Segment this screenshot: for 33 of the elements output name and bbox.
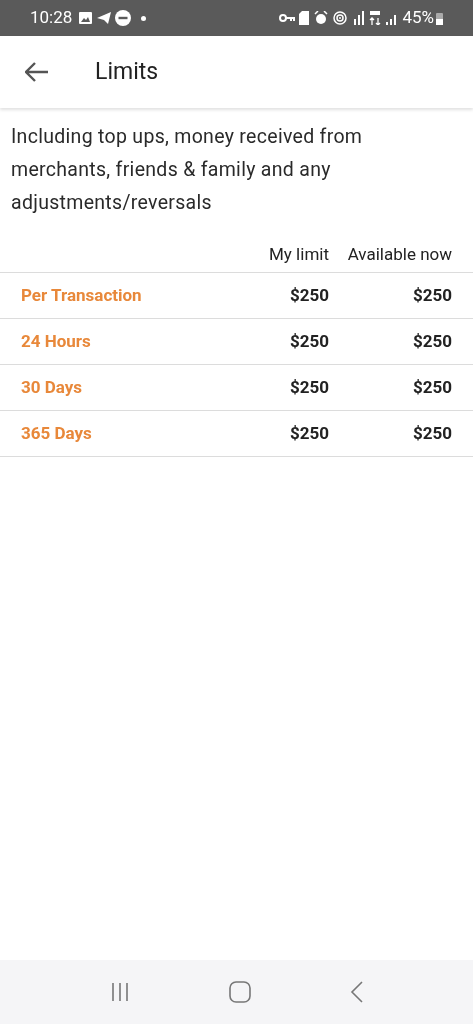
my-limit-value: $250 (289, 421, 329, 445)
sim-icon (299, 11, 310, 25)
column-header: Available now (346, 242, 453, 266)
status-time: 10:28 (30, 6, 73, 30)
recent-apps-icon[interactable] (109, 982, 130, 1002)
limit-period: 30 Days (20, 375, 84, 399)
available-now-value: $250 (412, 421, 453, 445)
send-icon (96, 11, 113, 25)
data-arrows-icon (369, 11, 382, 25)
my-limit-value: $250 (289, 283, 329, 307)
available-now-value: $250 (412, 375, 453, 399)
screen-title: Limits (95, 56, 159, 87)
available-now-value: $250 (412, 329, 453, 353)
signal-icon (352, 11, 365, 25)
battery-level: 45% (402, 6, 434, 30)
back-arrow-icon (25, 62, 49, 82)
minus-circle-icon (115, 10, 132, 26)
dot-icon (141, 15, 147, 21)
limit-period: 365 Days (20, 421, 93, 445)
home-icon[interactable] (228, 981, 251, 1003)
alarm-icon (314, 11, 329, 25)
limit-period: 24 Hours (20, 329, 92, 353)
hotspot-icon (333, 11, 348, 25)
key-icon (279, 13, 296, 23)
available-now-value: $250 (412, 283, 453, 307)
description-text: Including top ups, money received from merchants, friends & family and any adjustments/reversals (10, 124, 364, 216)
my-limit-value: $250 (289, 375, 329, 399)
limit-period: Per Transaction (20, 283, 143, 307)
image-icon (78, 11, 94, 25)
back-icon[interactable] (349, 981, 364, 1003)
column-header: My limit (268, 242, 329, 266)
my-limit-value: $250 (289, 329, 329, 353)
battery-icon (436, 11, 443, 25)
